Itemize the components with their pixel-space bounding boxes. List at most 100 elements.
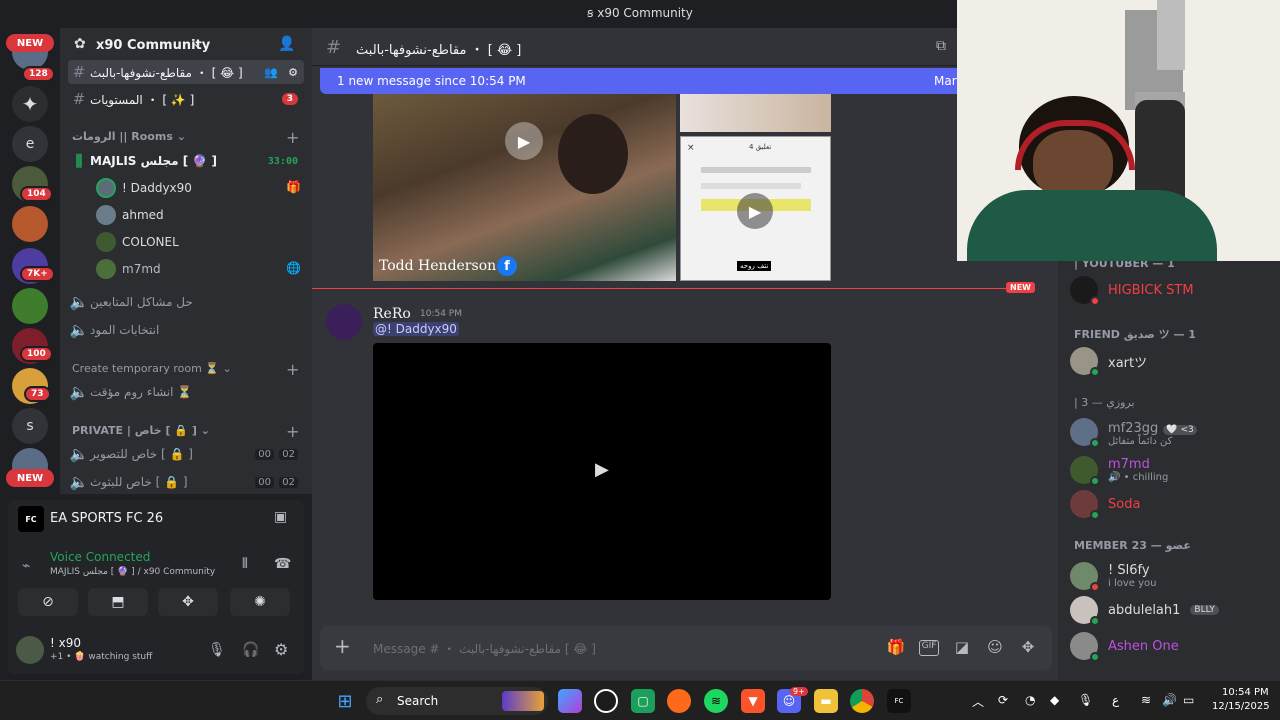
search-icon: ⌕ [376,692,384,707]
user-panel[interactable]: ! x90 +1 • 🍿 watching stuff 🎙 🎧 ⚙ [8,630,304,674]
message-input[interactable]: Message # ・ مقاطع-نشوفها-بالبث [ 😂 ] [373,640,596,657]
message-composer[interactable]: + Message # ・ مقاطع-نشوفها-بالبث [ 😂 ] 🎁… [320,626,1052,670]
video-player[interactable]: ▶ [373,343,831,600]
add-member-icon[interactable]: 👥 [264,66,278,79]
add-channel-icon[interactable]: + [286,360,299,379]
battery-icon[interactable]: ▭ [1183,693,1194,707]
voice-user[interactable]: ahmed [96,203,164,227]
gift-icon[interactable]: 🎁 [886,638,906,658]
wifi-icon[interactable]: ≋ [1141,693,1151,707]
category-temporary[interactable]: Create temporary room ⏳ ⌄ [72,362,232,375]
file-explorer-icon[interactable]: ▬ [814,689,838,713]
category-rooms[interactable]: الرومات || Rooms ⌄ [72,130,186,143]
invite-people-icon[interactable]: 👤 [278,36,295,52]
chevron-down-icon: ⌄ [176,130,186,143]
play-icon[interactable]: ▶ [595,459,609,480]
voice-user[interactable]: COLONEL [96,230,179,254]
camera-off-button[interactable]: ⊘ [18,588,78,616]
user-mention[interactable]: @! Daddyx90 [373,322,459,336]
signal-icon[interactable]: ⌁ [22,558,30,574]
sticker-icon[interactable]: ◪ [952,638,972,658]
apps-icon[interactable]: ✥ [1018,638,1038,658]
controller-icon[interactable]: ✦ [12,86,48,122]
clock-date[interactable]: 12/15/2025 [1212,701,1270,712]
voice-status[interactable]: Voice Connected [50,550,150,564]
voice-user[interactable]: m7md [96,257,161,281]
attach-plus-icon[interactable]: + [334,634,351,658]
member-item[interactable]: m7md 🔊 • chilling [1070,452,1270,488]
play-icon[interactable]: ▶ [737,193,773,229]
gear-icon[interactable]: ⚙ [288,66,298,79]
clock-time[interactable]: 10:54 PM [1222,687,1269,698]
brave-icon[interactable]: ▼ [741,689,765,713]
fc26-icon[interactable]: FC [887,689,911,713]
member-item[interactable]: Ashen One [1070,628,1270,664]
server-icon[interactable]: s [12,408,48,444]
new-unread-pill[interactable]: NEW [6,34,54,52]
server-header[interactable]: ✿ x90 Community ⌄ 👤 [60,36,312,56]
gif-icon[interactable]: GIF [919,640,939,656]
noise-suppression-icon[interactable]: ⫴ [242,556,248,572]
chrome-icon[interactable] [850,689,874,713]
windows-start-icon[interactable]: ⊞ [333,689,357,713]
thumbnail-figure [558,114,628,194]
member-item[interactable]: ! Sl6fy i love you [1070,558,1270,594]
voice-channel[interactable]: 🔈 حل مشاكل المتابعين [68,290,304,314]
volume-icon[interactable]: 🔊 [1162,693,1177,707]
soundboard-button[interactable]: ✺ [230,588,290,616]
voice-location[interactable]: MAJLIS مجلس [ 🔮 ] / x90 Community [50,567,215,577]
member-item[interactable]: Soda [1070,486,1270,522]
avatar[interactable] [16,636,44,664]
obs-icon[interactable] [594,689,618,713]
member-item[interactable]: mf23gg 🤍 <3 كن دائماً متفائل [1070,414,1270,450]
message-author[interactable]: ReRo [373,306,411,322]
tray-app-icon[interactable]: ◆ [1050,693,1059,707]
category-private[interactable]: PRIVATE | خاص [ 🔒 ] ⌄ [72,424,210,437]
game-activity-panel[interactable]: FC EA SPORTS FC 26 ▣ [8,500,304,540]
image-thumbnail[interactable] [680,94,831,132]
tray-app-icon[interactable]: ◔ [1025,693,1035,707]
voice-channel[interactable]: 🔈 انتخابات المود [68,318,304,342]
hash-icon: # [326,37,342,58]
firefox-icon[interactable] [667,689,691,713]
new-messages-banner[interactable]: 1 new message since 10:54 PM Mark [320,68,1056,94]
activities-button[interactable]: ✥ [158,588,218,616]
headphones-icon[interactable]: 🎧 [242,642,259,658]
voice-user[interactable]: ! Daddyx90 [96,176,192,200]
member-item[interactable]: abdulelah1 BLLY [1070,592,1270,628]
chevron-up-icon[interactable]: ︿ [972,693,984,710]
disconnect-icon[interactable]: ☎ [274,556,291,572]
new-unread-pill[interactable]: NEW [6,469,54,487]
voice-channel[interactable]: 🔈 خاص للبثوث [ 🔒 ] 00 02 [68,470,304,494]
avatar[interactable] [326,304,362,340]
play-icon[interactable]: ▶ [505,122,543,160]
channel-item[interactable]: # المستويات ・ [ ✨ ] 3 [68,87,304,111]
voice-channel[interactable]: 🔈 انشاء روم مؤقت ⏳ [68,380,304,404]
threads-icon[interactable]: ⧉ [936,38,946,54]
app-icon[interactable]: ▢ [631,689,655,713]
add-channel-icon[interactable]: + [286,422,299,441]
stream-icon[interactable]: ▣ [274,509,287,525]
server-icon[interactable] [12,288,48,324]
voice-channel-majlis[interactable]: ⫼ MAJLIS مجلس [ 🔮 ] 33:00 [68,149,304,173]
video-thumbnail-phone[interactable]: × 4 تعليق ▶ نتف روحه [680,136,831,281]
tray-app-icon[interactable]: ⟳ [998,693,1008,707]
copilot-icon[interactable] [558,689,582,713]
member-item[interactable]: HIGBICK STM [1070,272,1270,308]
server-icon[interactable] [12,206,48,242]
channel-item[interactable]: # مقاطع-نشوفها-بالبث ・ [ 😂 ] 👥 ⚙ [68,60,304,84]
emoji-icon[interactable]: ☺ [985,638,1005,658]
screen-share-button[interactable]: ⬒ [88,588,148,616]
microphone-icon[interactable]: 🎙 [1078,693,1093,707]
video-thumbnail[interactable]: ▶ Todd Henderson f [373,94,676,281]
avatar [1070,632,1100,662]
add-channel-icon[interactable]: + [286,128,299,147]
member-item[interactable]: xartツ [1070,343,1270,379]
server-icon[interactable]: e [12,126,48,162]
spotify-icon[interactable]: ≋ [704,689,728,713]
gear-icon[interactable]: ⚙ [274,640,288,659]
microphone-icon[interactable]: 🎙 [208,642,226,658]
language-icon[interactable]: ع [1112,693,1119,707]
voice-channel[interactable]: 🔈 خاص للتصوير [ 🔒 ] 00 02 [68,442,304,466]
search-box[interactable]: ⌕ Search [366,687,548,715]
